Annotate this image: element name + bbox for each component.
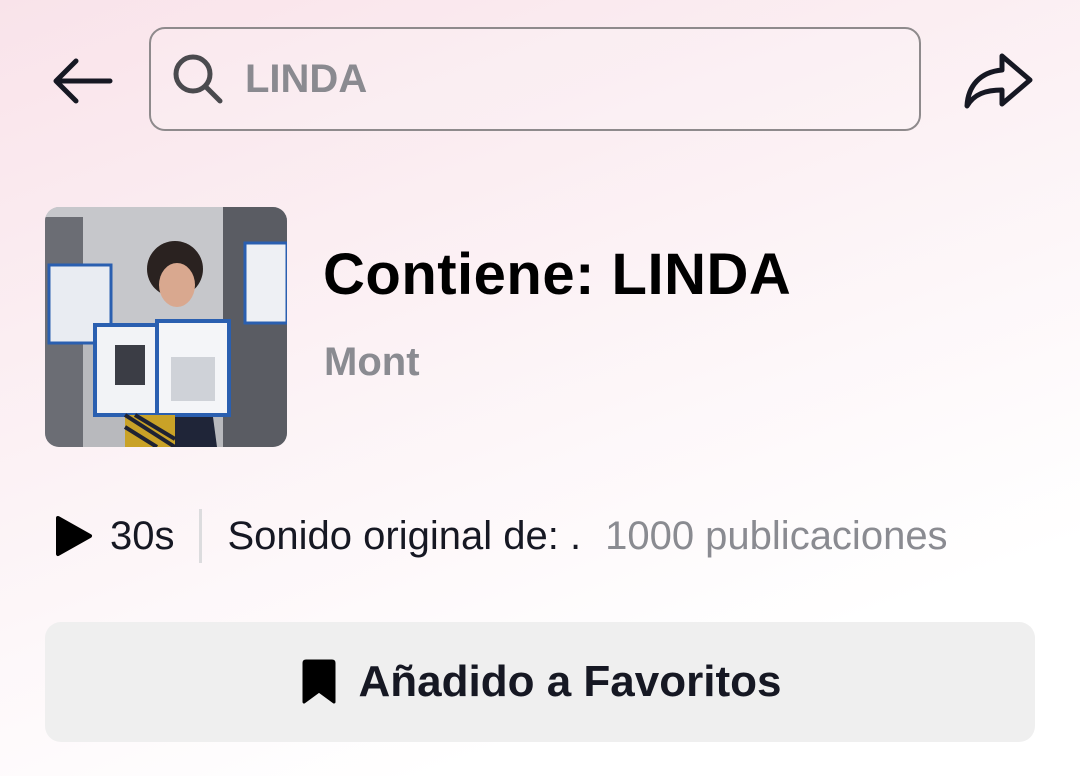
play-icon[interactable] xyxy=(50,513,96,559)
share-arrow-icon xyxy=(964,53,1033,109)
post-count: 1000 publicaciones xyxy=(605,513,948,558)
divider xyxy=(198,509,202,563)
artist-name[interactable]: Mont xyxy=(324,340,420,385)
add-to-favorites-button[interactable]: Añadido a Favoritos xyxy=(45,622,1035,742)
album-cover[interactable] xyxy=(45,207,287,447)
sound-title: Contiene: LINDA xyxy=(323,242,792,307)
sound-info-row: 30s Sonido original de: . 1000 publicaci… xyxy=(50,505,1040,567)
back-button[interactable] xyxy=(44,48,120,114)
sound-duration: 30s xyxy=(110,513,175,558)
bookmark-icon xyxy=(299,658,339,706)
arrow-left-icon xyxy=(53,58,113,104)
search-input[interactable] xyxy=(245,56,845,102)
share-button[interactable] xyxy=(958,46,1038,116)
search-bar[interactable] xyxy=(149,27,921,131)
search-icon xyxy=(169,50,227,108)
original-sound-label[interactable]: Sonido original de: . xyxy=(228,514,582,559)
favorites-label: Añadido a Favoritos xyxy=(358,657,782,706)
